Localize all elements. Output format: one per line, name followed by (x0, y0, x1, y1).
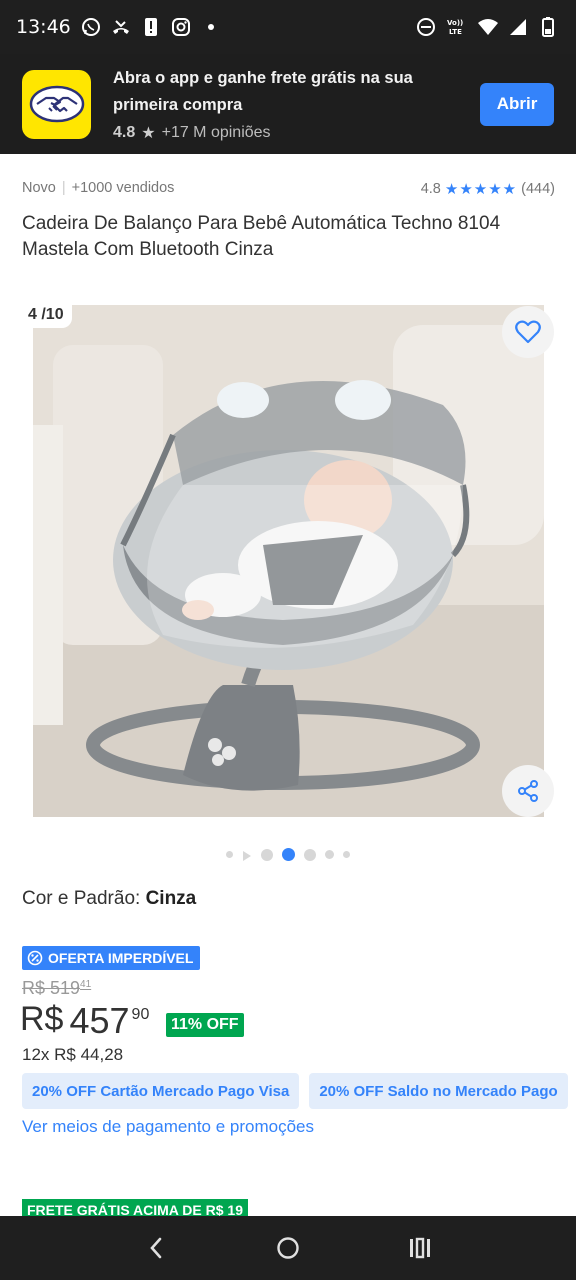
missed-call-icon (111, 17, 131, 37)
carousel-dot (226, 851, 233, 858)
promo-chips: 20% OFF Cartão Mercado Pago Visa 20% OFF… (22, 1073, 568, 1109)
original-price: R$ 51941 (22, 978, 91, 999)
product-rating[interactable]: 4.8 ★★★★★ (444) (421, 180, 555, 198)
svg-text:LTE: LTE (449, 28, 462, 36)
promo-chip-card[interactable]: 20% OFF Cartão Mercado Pago Visa (22, 1073, 300, 1109)
image-counter: 4 /10 (20, 302, 72, 328)
app-rating: 4.8 (113, 124, 136, 141)
open-app-button[interactable]: Abrir (480, 82, 554, 126)
price-integer: 457 (69, 1000, 130, 1041)
alert-icon (141, 17, 161, 37)
original-price-main: R$ 519 (22, 978, 81, 998)
carousel-dot (304, 848, 316, 861)
product-meta: Novo | +1000 vendidos 4.8 ★★★★★ (444) (22, 180, 555, 198)
status-bar: 13:46 Vo)) LTE (0, 0, 576, 54)
status-time: 13:46 (16, 16, 71, 38)
battery-icon (538, 17, 558, 37)
rating-stars-icon: ★★★★★ (444, 181, 518, 198)
signal-icon (508, 17, 528, 37)
home-icon[interactable] (268, 1228, 308, 1268)
carousel-indicator (0, 848, 576, 861)
back-icon[interactable] (136, 1228, 176, 1268)
banner-headline: Abra o app e ganhe frete grátis na sua p… (113, 69, 413, 114)
variant-label: Cor e Padrão: (22, 888, 146, 909)
promo-chip-balance[interactable]: 20% OFF Saldo no Mercado Pago (309, 1073, 568, 1109)
variant-selector[interactable]: Cor e Padrão: Cinza (22, 888, 196, 910)
product-title: Cadeira De Balanço Para Bebê Automática … (22, 213, 501, 260)
price-currency: R$ (20, 1000, 64, 1038)
heart-icon[interactable] (502, 306, 554, 358)
payment-methods-link[interactable]: Ver meios de pagamento e promoções (22, 1117, 314, 1137)
condition-label: Novo (22, 180, 56, 196)
sold-count: +1000 vendidos (71, 180, 175, 196)
volte-icon: Vo)) LTE (446, 17, 468, 37)
review-count: (444) (521, 181, 555, 197)
video-play-icon (242, 849, 252, 861)
system-nav-bar (0, 1216, 576, 1280)
carousel-dot-active (282, 848, 295, 861)
discount-badge: 11% OFF (166, 1013, 244, 1037)
discount-tag-icon (27, 950, 43, 966)
offer-badge: OFERTA IMPERDÍVEL (22, 946, 201, 970)
recents-icon[interactable] (400, 1228, 440, 1268)
carousel-dot (325, 850, 334, 859)
app-reviews: +17 M opiniões (161, 124, 271, 141)
more-dot-icon (201, 17, 221, 37)
svg-text:Vo)): Vo)) (447, 19, 463, 27)
carousel-dot (343, 851, 350, 858)
current-price: R$ 457 90 (20, 1000, 149, 1042)
star-icon: ★ (141, 125, 156, 142)
share-icon[interactable] (502, 765, 554, 817)
app-install-banner: Abra o app e ganhe frete grátis na sua p… (0, 54, 576, 154)
product-gallery[interactable]: 4 /10 (0, 302, 576, 822)
product-image[interactable] (33, 305, 544, 817)
installments-text: 12x R$ 44,28 (22, 1045, 124, 1064)
instagram-icon (171, 17, 191, 37)
offer-badge-label: OFERTA IMPERDÍVEL (48, 950, 194, 966)
rating-value: 4.8 (420, 181, 441, 197)
original-price-cents: 41 (80, 979, 92, 990)
handshake-icon[interactable] (22, 69, 91, 139)
whatsapp-icon (81, 17, 101, 37)
price-cents: 90 (131, 1006, 150, 1023)
carousel-dot (261, 848, 273, 861)
do-not-disturb-icon (416, 17, 436, 37)
variant-value: Cinza (145, 888, 197, 909)
meta-divider: | (61, 180, 66, 196)
wifi-icon (478, 17, 498, 37)
